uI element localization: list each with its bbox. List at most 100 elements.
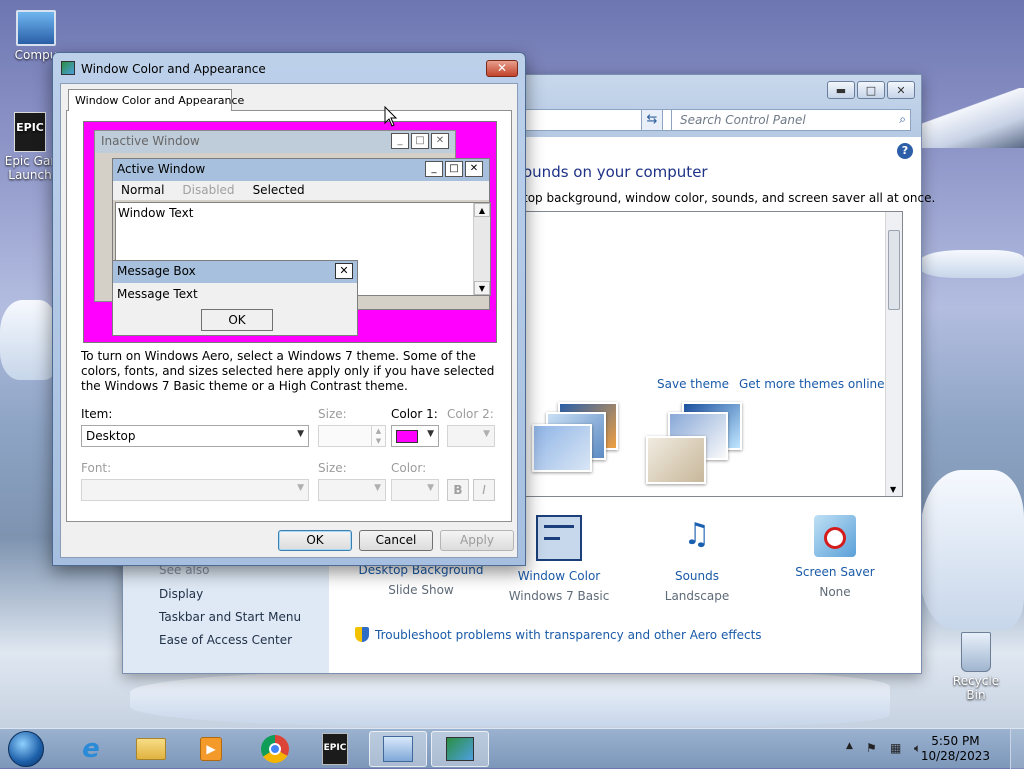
item-subtitle: Windows 7 Basic [508,589,610,603]
maximize-icon: □ [411,133,429,149]
themes-list[interactable]: ▼ [523,211,903,497]
clock-date: 10/28/2023 [920,749,990,763]
file-explorer-icon [136,738,166,760]
close-button[interactable]: ✕ [887,81,915,99]
chrome-icon [261,735,289,763]
menu-disabled: Disabled [182,183,235,197]
wallpaper-ice [0,300,56,380]
caption-buttons: ▬ □ ✕ [827,81,915,99]
wallpaper-ice [920,250,1024,278]
show-desktop-button[interactable] [1010,729,1024,769]
active-window-buttons: _ □ ✕ [425,161,483,177]
item-select[interactable]: Desktop ▼ [81,425,309,447]
theme-thumbnail[interactable] [528,402,618,472]
scroll-down-icon[interactable]: ▼ [890,485,896,494]
color1-picker[interactable]: ▼ [391,425,439,447]
taskbar-epic-games[interactable]: EPIC [306,731,364,767]
computer-icon [16,10,56,46]
bold-toggle[interactable]: B [447,479,469,501]
size-spinner[interactable]: ▲ ▼ [318,425,386,447]
media-player-icon: ▶ [200,737,222,761]
color2-picker[interactable]: ▼ [447,425,495,447]
tab-window-color-appearance[interactable]: Window Color and Appearance [68,89,244,111]
page-title: ounds on your computer [523,163,708,181]
sounds-item[interactable]: ♫ Sounds Landscape [627,515,767,603]
apply-button[interactable]: Apply [440,530,514,551]
see-also-display-link[interactable]: Display [159,587,203,601]
size-label: Size: [318,407,347,421]
screen-saver-item[interactable]: Screen Saver None [765,515,905,599]
desktop-icon-label: Epic Gar Launch [4,154,56,182]
control-panel-icon [383,736,413,762]
preview-menubar: Normal Disabled Selected [113,181,489,200]
minimize-icon: _ [391,133,409,149]
chevron-down-icon: ▼ [297,483,304,493]
window-color-icon [61,61,75,75]
cancel-button[interactable]: Cancel [359,530,433,551]
help-icon[interactable]: ? [897,143,913,159]
desktop-icon-recycle-bin[interactable]: Recycle Bin [942,632,1010,702]
taskbar-control-panel[interactable] [369,731,427,767]
minimize-button[interactable]: ▬ [827,81,855,99]
active-window-title: Active Window [117,162,206,176]
preview-message-box: Message Box ✕ Message Text OK [112,260,358,336]
message-text: Message Text [117,287,198,301]
appearance-preview[interactable]: Inactive Window _ □ ✕ Active Window _ □ [83,121,497,343]
get-more-themes-link[interactable]: Get more themes online [739,377,885,391]
color2-label: Color 2: [447,407,494,421]
item-subtitle: Landscape [664,589,730,603]
see-also-pane: See also Display Taskbar and Start Menu … [123,555,329,673]
scrollbar-thumb[interactable] [888,230,900,310]
theme-thumbnail[interactable] [642,402,742,484]
close-icon: ✕ [335,263,353,279]
troubleshoot-link[interactable]: Troubleshoot problems with transparency … [355,627,762,642]
action-center-icon[interactable]: ⚑ [866,741,877,755]
font-size-label: Size: [318,461,347,475]
inactive-window-title: Inactive Window [101,134,200,148]
search-icon[interactable]: ⌕ [899,112,906,127]
dialog-client-area: Inactive Window _ □ ✕ Active Window _ □ [60,83,518,558]
message-box-title: Message Box [117,264,196,278]
chevron-down-icon: ▼ [427,483,434,493]
network-icon[interactable]: ▦ [890,741,901,755]
inactive-window-caption: Inactive Window _ □ ✕ [95,131,455,153]
see-also-taskbar-link[interactable]: Taskbar and Start Menu [159,610,301,624]
font-color-picker[interactable]: ▼ [391,479,439,501]
desktop-icon-epic-games[interactable]: EPIC Epic Gar Launch [2,112,58,182]
window-color-icon [536,515,582,561]
close-icon: ✕ [431,133,449,149]
item-select-value: Desktop [86,429,136,443]
maximize-icon: □ [445,161,463,177]
inactive-window-buttons: _ □ ✕ [391,133,449,149]
taskbar-internet-explorer[interactable]: e [62,731,120,767]
taskbar-window-color[interactable] [431,731,489,767]
spin-arrows-icon[interactable]: ▲ ▼ [371,426,385,446]
italic-toggle[interactable]: I [473,479,495,501]
system-clock[interactable]: 5:50 PM 10/28/2023 [921,734,990,764]
clock-time: 5:50 PM [931,734,980,748]
refresh-button[interactable]: ⇆ [641,109,663,131]
start-button[interactable] [8,731,44,767]
font-size-select[interactable]: ▼ [318,479,386,501]
scroll-down-icon: ▼ [474,281,490,295]
page-subtitle: top background, window color, sounds, an… [523,191,936,205]
ok-button[interactable]: OK [278,530,352,551]
aero-description: To turn on Windows Aero, select a Window… [81,349,495,393]
taskbar-chrome[interactable] [246,731,304,767]
search-input[interactable]: Search Control Panel ⌕ [671,109,911,131]
font-select[interactable]: ▼ [81,479,309,501]
taskbar-file-explorer[interactable] [122,731,180,767]
close-button[interactable]: ✕ [486,60,518,77]
taskbar-media-player[interactable]: ▶ [182,731,240,767]
color1-swatch [396,430,418,443]
desktop-background-item[interactable]: Desktop Background Slide Show [351,563,491,597]
see-also-ease-of-access-link[interactable]: Ease of Access Center [159,633,292,647]
active-window-caption: Active Window _ □ ✕ [113,159,489,181]
themes-scrollbar[interactable]: ▼ [885,212,902,496]
show-hidden-icons[interactable]: ▲ [846,741,853,751]
window-text: Window Text [118,206,194,220]
sounds-icon: ♫ [683,517,711,552]
save-theme-link[interactable]: Save theme [657,377,729,391]
window-color-icon [446,737,474,761]
maximize-button[interactable]: □ [857,81,885,99]
